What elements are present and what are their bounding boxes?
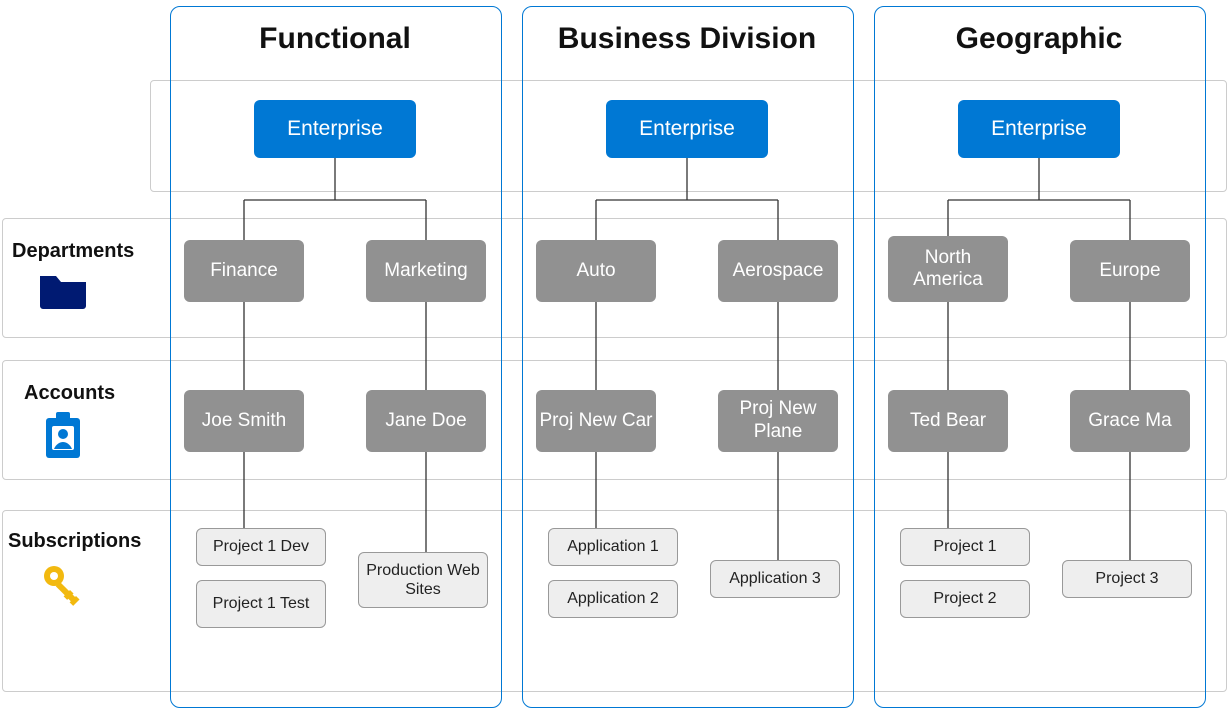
acct-box-1-1: Proj New Plane bbox=[718, 390, 838, 452]
enterprise-box-0: Enterprise bbox=[254, 100, 416, 158]
sub-box-0-0-0: Project 1 Dev bbox=[196, 528, 326, 566]
dept-box-2-1: Europe bbox=[1070, 240, 1190, 302]
acct-box-0-0: Joe Smith bbox=[184, 390, 304, 452]
dept-box-2-0: North America bbox=[888, 236, 1008, 302]
sub-box-1-1-0: Application 3 bbox=[710, 560, 840, 598]
enterprise-box-1: Enterprise bbox=[606, 100, 768, 158]
sub-box-2-0-0: Project 1 bbox=[900, 528, 1030, 566]
diagram-canvas: Functional Business Division Geographic … bbox=[0, 0, 1232, 728]
dept-box-1-0: Auto bbox=[536, 240, 656, 302]
acct-box-2-0: Ted Bear bbox=[888, 390, 1008, 452]
sub-box-1-0-1: Application 2 bbox=[548, 580, 678, 618]
dept-box-1-1: Aerospace bbox=[718, 240, 838, 302]
sub-box-2-0-1: Project 2 bbox=[900, 580, 1030, 618]
dept-box-0-1: Marketing bbox=[366, 240, 486, 302]
sub-box-0-0-1: Project 1 Test bbox=[196, 580, 326, 628]
acct-box-0-1: Jane Doe bbox=[366, 390, 486, 452]
acct-box-1-0: Proj New Car bbox=[536, 390, 656, 452]
acct-box-2-1: Grace Ma bbox=[1070, 390, 1190, 452]
sub-box-2-1-0: Project 3 bbox=[1062, 560, 1192, 598]
enterprise-box-2: Enterprise bbox=[958, 100, 1120, 158]
sub-box-1-0-0: Application 1 bbox=[548, 528, 678, 566]
sub-box-0-1-0: Production Web Sites bbox=[358, 552, 488, 608]
dept-box-0-0: Finance bbox=[184, 240, 304, 302]
